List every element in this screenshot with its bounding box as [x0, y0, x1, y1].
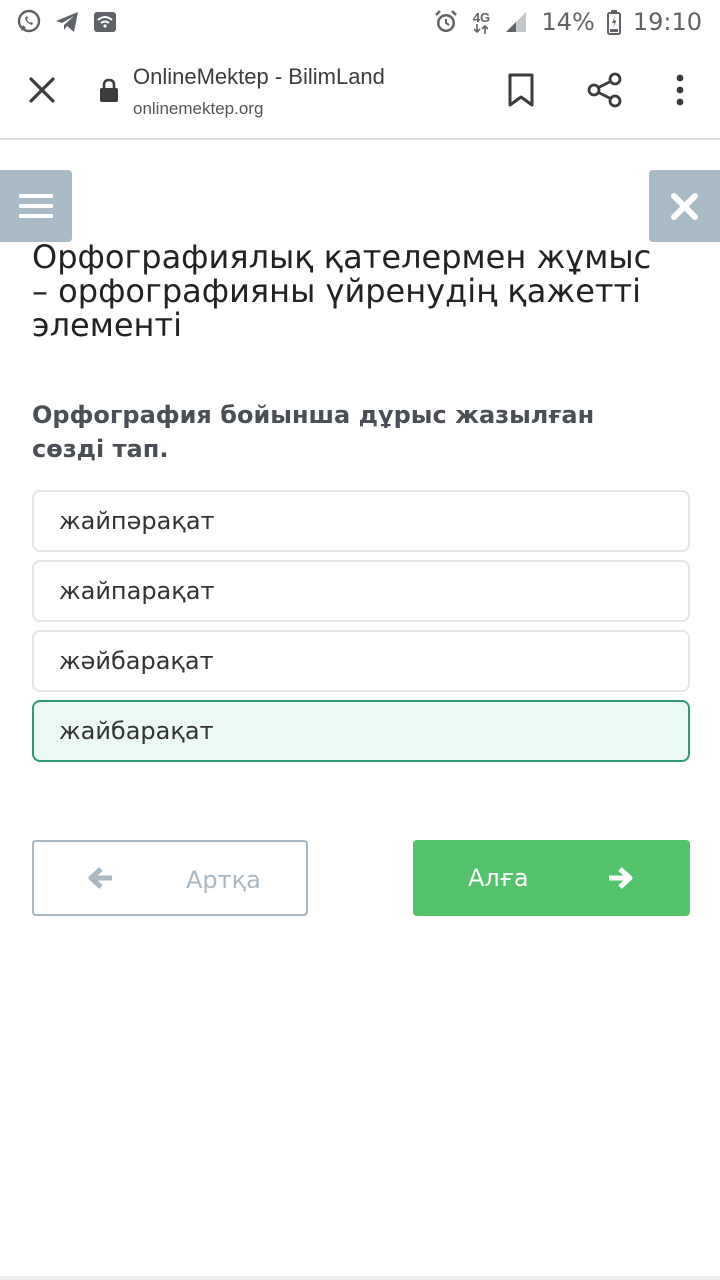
close-icon[interactable] [22, 70, 62, 110]
network-type: 4G [472, 9, 491, 25]
hamburger-icon [19, 194, 53, 218]
next-button-label: Алға [468, 864, 529, 892]
wifi-call-icon [92, 9, 118, 35]
alarm-icon [433, 9, 459, 35]
close-lesson-button[interactable] [649, 170, 720, 242]
status-bar: 4G 14% 19:10 [0, 0, 720, 44]
bookmark-icon[interactable] [504, 70, 538, 110]
status-bar-right: 4G 14% 19:10 [433, 8, 702, 36]
answer-option-4[interactable]: жайбарақат [32, 700, 690, 762]
back-button[interactable]: Артқа [32, 840, 308, 916]
battery-percent: 14% [541, 8, 595, 36]
telegram-icon [54, 9, 80, 35]
signal-icon [503, 9, 529, 35]
bottom-divider [0, 1276, 720, 1280]
whatsapp-icon [16, 9, 42, 35]
clock: 19:10 [632, 8, 702, 36]
answer-list: жайпәрақат жайпарақат жәйбарақат жайбара… [32, 490, 690, 770]
lock-icon [98, 78, 120, 104]
network-4g-icon: 4G [471, 9, 491, 35]
back-button-label: Артқа [186, 866, 261, 894]
page-title-browser: OnlineMektep - BilimLand [133, 64, 385, 89]
lesson-title: Орфографиялық қателермен жұмыс – орфогра… [32, 238, 652, 344]
menu-button[interactable] [0, 170, 72, 242]
answer-option-1[interactable]: жайпәрақат [32, 490, 690, 552]
answer-option-2[interactable]: жайпарақат [32, 560, 690, 622]
arrow-left-icon [88, 867, 112, 889]
arrow-right-icon [609, 867, 633, 889]
close-icon [671, 193, 698, 220]
url-text[interactable]: onlinemektep.org [133, 99, 263, 119]
battery-icon [606, 9, 621, 35]
answer-option-3[interactable]: жәйбарақат [32, 630, 690, 692]
next-button[interactable]: Алға [413, 840, 690, 916]
question-text: Орфография бойынша дұрыс жазылған сөзді … [32, 401, 595, 463]
share-icon[interactable] [585, 70, 625, 110]
more-icon[interactable] [668, 70, 692, 110]
status-bar-left [16, 9, 118, 35]
browser-toolbar: OnlineMektep - BilimLand onlinemektep.or… [0, 44, 720, 140]
